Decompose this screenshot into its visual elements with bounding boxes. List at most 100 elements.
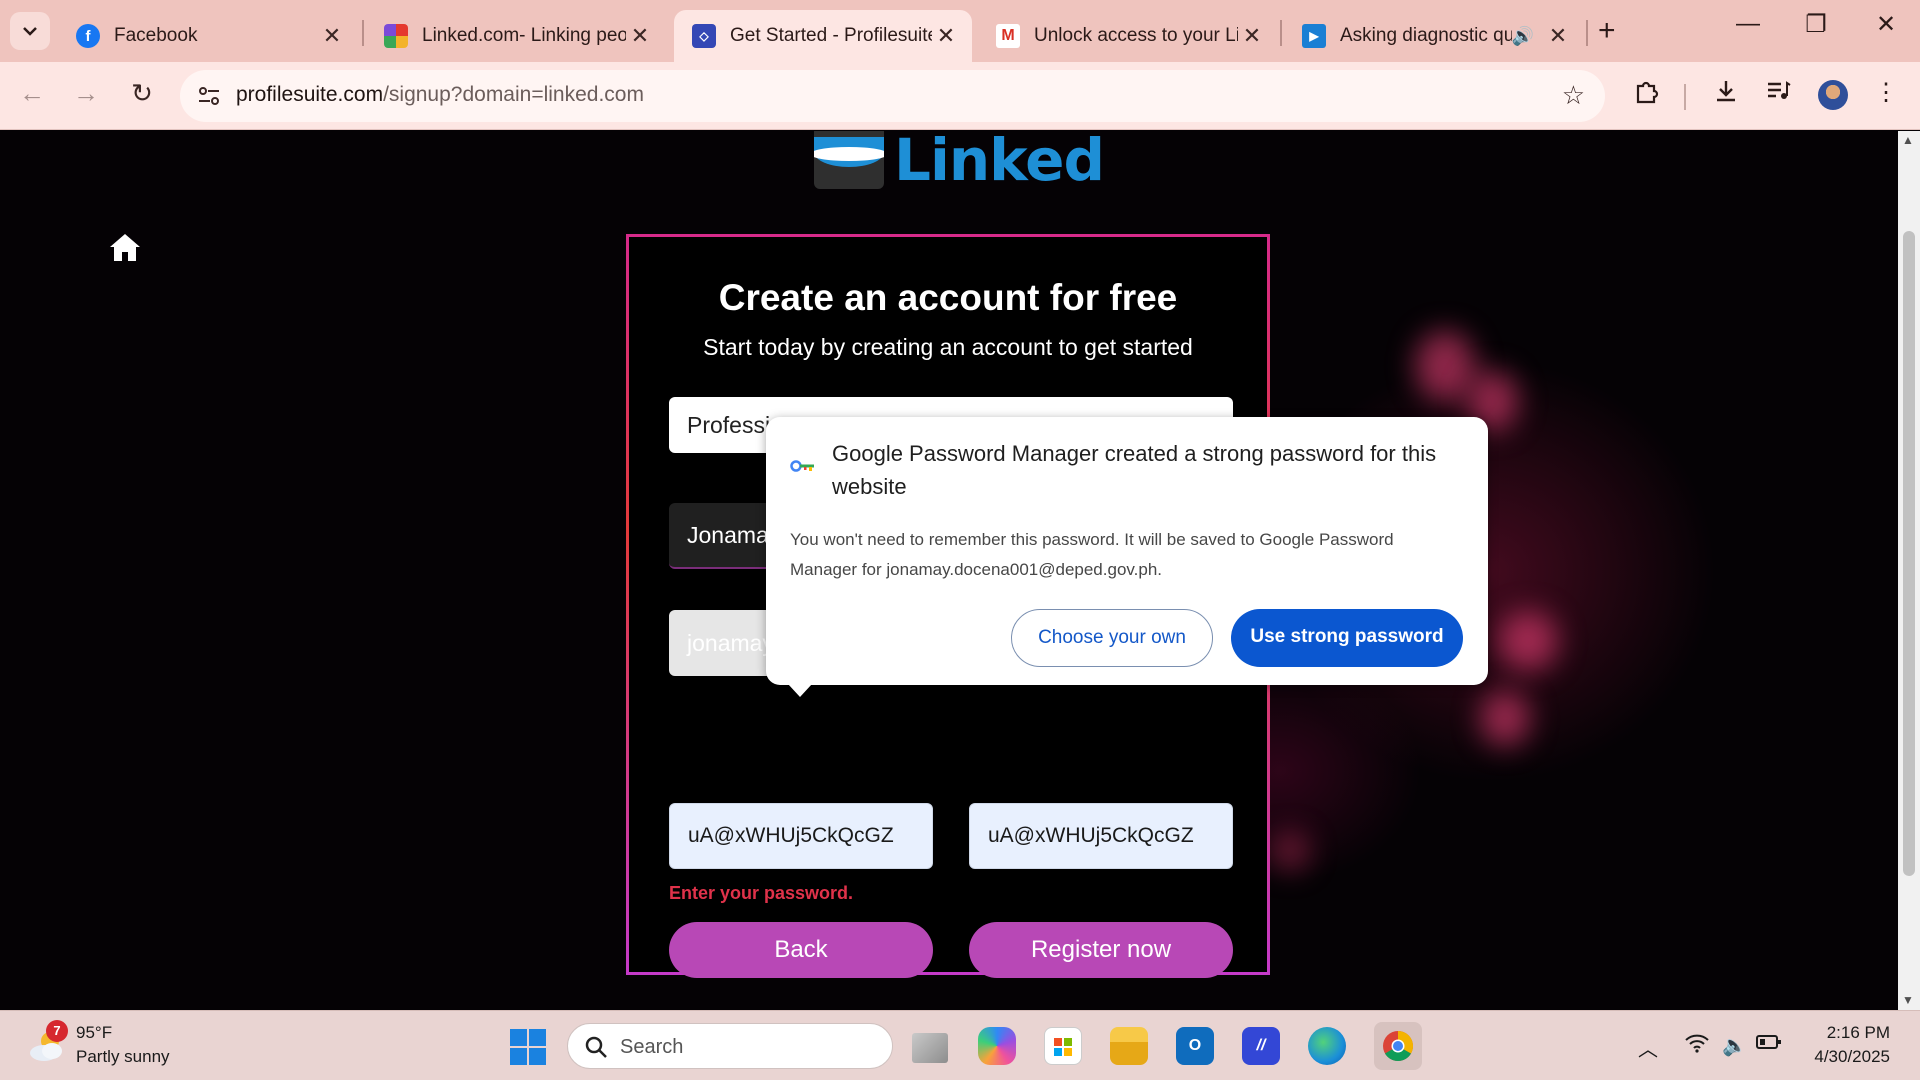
outlook-icon[interactable]: O (1176, 1027, 1214, 1065)
facebook-icon: f (76, 24, 100, 48)
scroll-down-arrow-icon[interactable]: ▼ (1902, 993, 1914, 1007)
home-icon[interactable] (108, 231, 142, 265)
address-bar[interactable]: profilesuite.com/signup?domain=linked.co… (180, 70, 1605, 122)
tab-get-started[interactable]: ◇ Get Started - Profilesuite ✕ (674, 10, 972, 62)
password-value: uA@xWHUj5CkQcGZ (688, 824, 894, 847)
linked-logo[interactable]: Linked (814, 131, 1105, 194)
menu-kebab-icon[interactable]: ⋮ (1868, 78, 1904, 107)
url-text: profilesuite.com/signup?domain=linked.co… (236, 83, 644, 107)
taskbar: 7 95°F Partly sunny Search O // ︿ 🔈 2:16… (0, 1010, 1920, 1080)
decorative-glow (1498, 611, 1558, 671)
key-icon (790, 460, 814, 472)
volume-icon[interactable]: 🔈 (1722, 1033, 1747, 1058)
taskbar-search[interactable]: Search (567, 1023, 893, 1069)
extensions-icon[interactable] (1628, 78, 1664, 111)
edge-icon[interactable] (1308, 1027, 1346, 1065)
logo-mark-icon (814, 131, 884, 189)
tab-title: Unlock access to your Lin (1034, 25, 1238, 46)
new-tab-button[interactable]: + (1598, 14, 1616, 48)
tab-video[interactable]: ▶ Asking diagnostic qu 🔊 ✕ (1284, 10, 1584, 62)
tab-facebook[interactable]: f Facebook ✕ (58, 10, 358, 62)
tab-linked[interactable]: Linked.com- Linking peo ✕ (366, 10, 666, 62)
window-close-button[interactable]: ✕ (1866, 10, 1906, 39)
media-control-icon[interactable] (1760, 78, 1796, 111)
decorative-glow (1480, 691, 1530, 746)
restore-button[interactable]: ❐ (1796, 10, 1836, 39)
task-view-icon[interactable] (912, 1033, 948, 1063)
decorative-glow (1270, 831, 1310, 871)
confirm-password-value: uA@xWHUj5CkQcGZ (988, 824, 1194, 847)
toolbar-separator (1684, 84, 1686, 110)
linked-icon (384, 24, 408, 48)
clock[interactable]: 2:16 PM 4/30/2025 (1814, 1021, 1890, 1069)
bookmark-star-icon[interactable]: ☆ (1562, 80, 1585, 111)
profession-value: Professi (687, 411, 771, 438)
name-value: Jonama (687, 521, 769, 548)
site-info-icon[interactable] (194, 82, 224, 110)
windows-start-icon[interactable] (510, 1029, 546, 1065)
close-icon[interactable]: ✕ (932, 23, 960, 49)
logo-text: Linked (894, 131, 1105, 194)
gmail-icon: M (996, 24, 1020, 48)
weather-description[interactable]: Partly sunny (76, 1047, 170, 1067)
scroll-thumb[interactable] (1903, 231, 1915, 876)
profile-avatar[interactable] (1818, 80, 1848, 110)
weather-badge: 7 (46, 1020, 68, 1042)
url-host: profilesuite.com (236, 83, 384, 106)
tab-separator (362, 20, 364, 46)
email-value: jonamay (687, 629, 774, 656)
minimize-button[interactable]: — (1728, 10, 1768, 38)
chevron-up-icon[interactable]: ︿ (1638, 1033, 1658, 1062)
use-strong-password-button[interactable]: Use strong password (1231, 609, 1463, 667)
clock-date: 4/30/2025 (1814, 1047, 1890, 1066)
reload-icon[interactable]: ↻ (124, 78, 160, 109)
register-button[interactable]: Register now (969, 922, 1233, 978)
chevron-down-icon (23, 27, 37, 36)
browser-toolbar: ← → ↻ profilesuite.com/signup?domain=lin… (0, 62, 1920, 130)
microsoft-store-icon[interactable] (1044, 1027, 1082, 1065)
chrome-taskbar-button[interactable] (1374, 1022, 1422, 1070)
close-icon[interactable]: ✕ (626, 23, 654, 49)
app-icon[interactable]: // (1242, 1027, 1280, 1065)
confirm-password-field[interactable]: uA@xWHUj5CkQcGZ (969, 803, 1233, 869)
password-error-text: Enter your password. (669, 883, 854, 903)
back-arrow-icon[interactable]: ← (14, 78, 50, 109)
battery-icon[interactable] (1756, 1033, 1782, 1057)
popup-title: Google Password Manager created a strong… (832, 441, 1437, 499)
choose-your-own-button[interactable]: Choose your own (1011, 609, 1213, 667)
tab-title: Asking diagnostic qu (1340, 25, 1512, 46)
decorative-glow (1415, 331, 1475, 401)
search-placeholder: Search (620, 1036, 684, 1058)
forward-arrow-icon[interactable]: → (68, 78, 104, 109)
scroll-up-arrow-icon[interactable]: ▲ (1902, 133, 1914, 147)
back-button[interactable]: Back (669, 922, 933, 978)
page-subtitle: Start today by creating an account to ge… (703, 334, 1193, 360)
close-icon[interactable]: ✕ (318, 23, 346, 49)
password-field[interactable]: uA@xWHUj5CkQcGZ (669, 803, 933, 869)
close-icon[interactable]: ✕ (1238, 23, 1266, 49)
tab-search-button[interactable] (10, 12, 50, 50)
popup-body: You won't need to remember this password… (790, 530, 1394, 579)
page-scrollbar[interactable]: ▲ ▼ (1898, 131, 1920, 1010)
copilot-icon[interactable] (978, 1027, 1016, 1065)
clock-time: 2:16 PM (1826, 1023, 1890, 1042)
profilesuite-icon: ◇ (692, 24, 716, 48)
video-icon: ▶ (1302, 24, 1326, 48)
tab-title: Get Started - Profilesuite (730, 25, 932, 46)
close-icon[interactable]: ✕ (1544, 23, 1572, 49)
popup-pointer (788, 684, 812, 697)
page-title: Create an account for free (718, 277, 1178, 318)
wifi-icon[interactable] (1684, 1033, 1710, 1059)
search-icon (585, 1036, 607, 1058)
tab-strip: f Facebook ✕ Linked.com- Linking peo ✕ ◇… (0, 0, 1920, 62)
tab-gmail[interactable]: M Unlock access to your Lin ✕ (978, 10, 1278, 62)
weather-temperature[interactable]: 95°F (76, 1023, 112, 1043)
file-explorer-icon[interactable] (1110, 1027, 1148, 1065)
tab-title: Linked.com- Linking peo (422, 25, 626, 46)
url-path: /signup?domain=linked.com (383, 83, 644, 106)
speaker-icon[interactable]: 🔊 (1512, 26, 1534, 47)
chrome-icon (1383, 1031, 1414, 1062)
tab-separator (1280, 20, 1282, 46)
tab-title: Facebook (114, 25, 198, 46)
download-icon[interactable] (1708, 78, 1744, 111)
